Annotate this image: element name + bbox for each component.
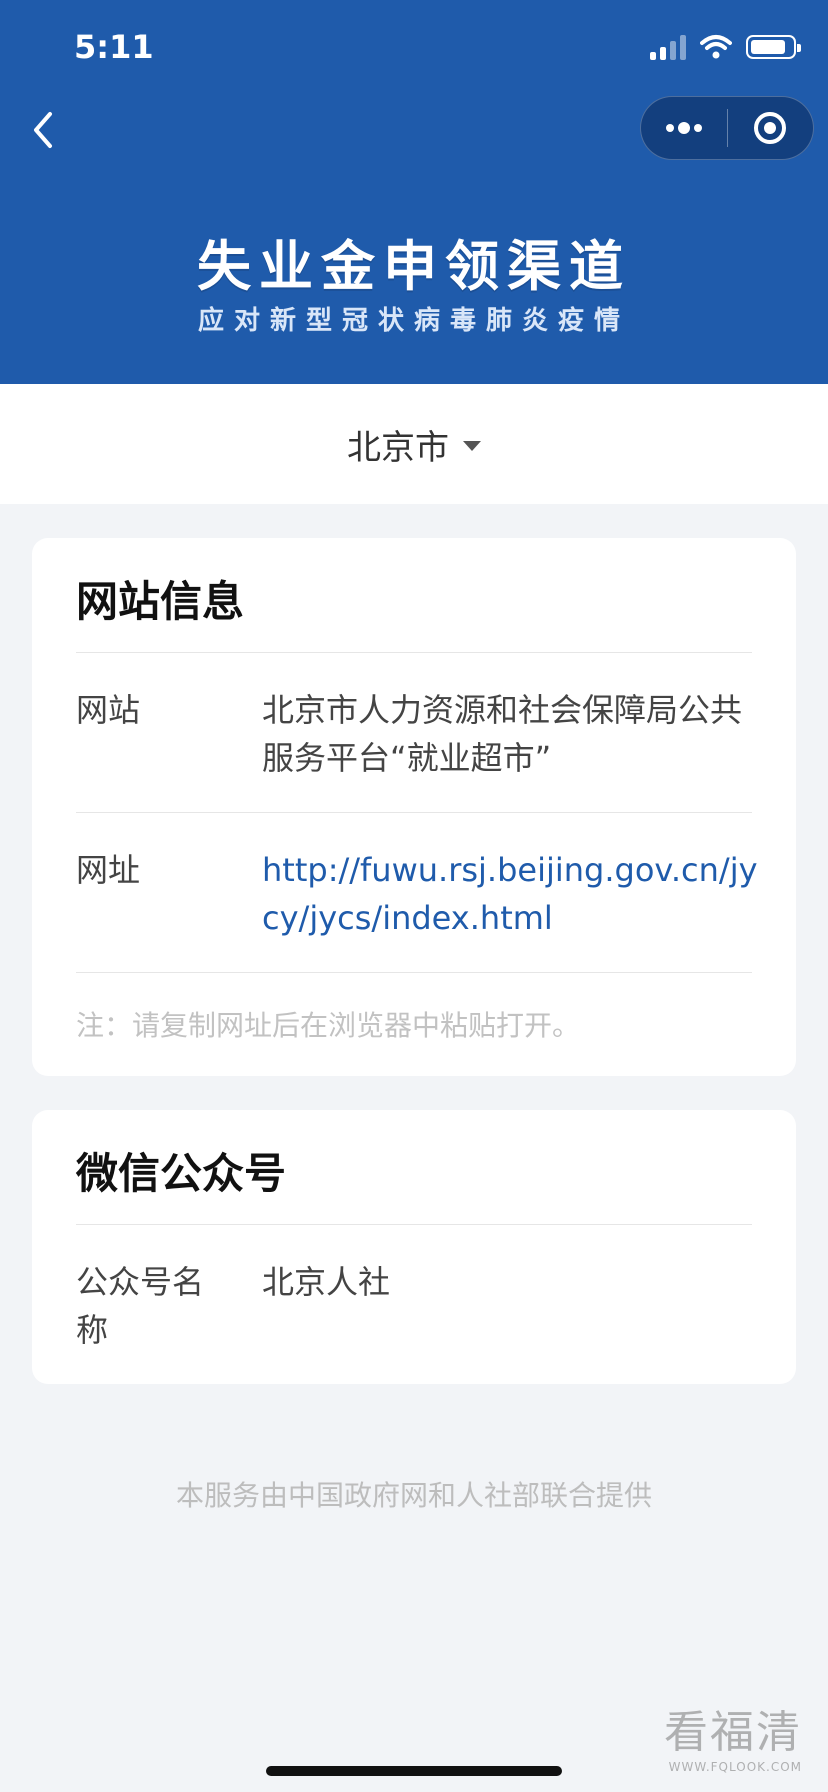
footer-text: 本服务由中国政府网和人社部联合提供: [175, 1479, 652, 1512]
mini-program-capsule: [640, 96, 814, 160]
account-label: 公众号名称: [76, 1263, 205, 1349]
watermark: 看福清 WWW.FQLOOK.COM: [664, 1696, 802, 1774]
home-indicator[interactable]: [266, 1766, 562, 1776]
wechat-card-title: 微信公众号: [76, 1149, 287, 1198]
watermark-sub: WWW.FQLOOK.COM: [668, 1760, 802, 1774]
website-card-title: 网站信息: [76, 577, 245, 626]
back-button[interactable]: [22, 108, 66, 152]
site-value: 北京市人力资源和社会保障局公共服务平台“就业超市”: [262, 691, 743, 777]
wechat-card: 微信公众号 公众号名称 北京人社: [32, 1110, 796, 1384]
url-label: 网址: [76, 851, 141, 889]
wifi-icon: [700, 35, 732, 59]
signal-icon: [650, 34, 686, 60]
status-time: 5:11: [74, 28, 154, 66]
back-arrow-icon: [34, 112, 52, 148]
watermark-main: 看福清: [664, 1707, 802, 1758]
close-target-icon: [754, 112, 787, 144]
divider: [76, 812, 752, 813]
banner-title: 失业金申领渠道: [197, 235, 631, 298]
caret-down-icon: [463, 441, 481, 451]
city-name: 北京市: [347, 427, 449, 468]
more-button[interactable]: [641, 97, 727, 159]
status-icons: [650, 34, 801, 60]
site-label: 网站: [76, 691, 141, 729]
copy-note: 注：请复制网址后在浏览器中粘贴打开。: [76, 1009, 581, 1042]
header-banner: 5:11 失业金申领渠道 应对新型冠状病毒肺炎疫情: [0, 0, 828, 384]
website-info-card: 网站信息 网站 北京市人力资源和社会保障局公共服务平台“就业超市” 网址 htt…: [32, 538, 796, 1076]
more-dots-icon: [665, 122, 702, 134]
close-mini-program-button[interactable]: [728, 97, 814, 159]
battery-icon: [746, 35, 801, 59]
city-selector[interactable]: 北京市: [0, 384, 828, 504]
account-value: 北京人社: [262, 1263, 391, 1301]
divider: [76, 652, 752, 653]
url-link[interactable]: http://fuwu.rsj.beijing.gov.cn/jycy/jycs…: [262, 846, 772, 942]
divider: [76, 972, 752, 973]
banner-subtitle: 应对新型冠状病毒肺炎疫情: [197, 306, 630, 336]
divider: [76, 1224, 752, 1225]
